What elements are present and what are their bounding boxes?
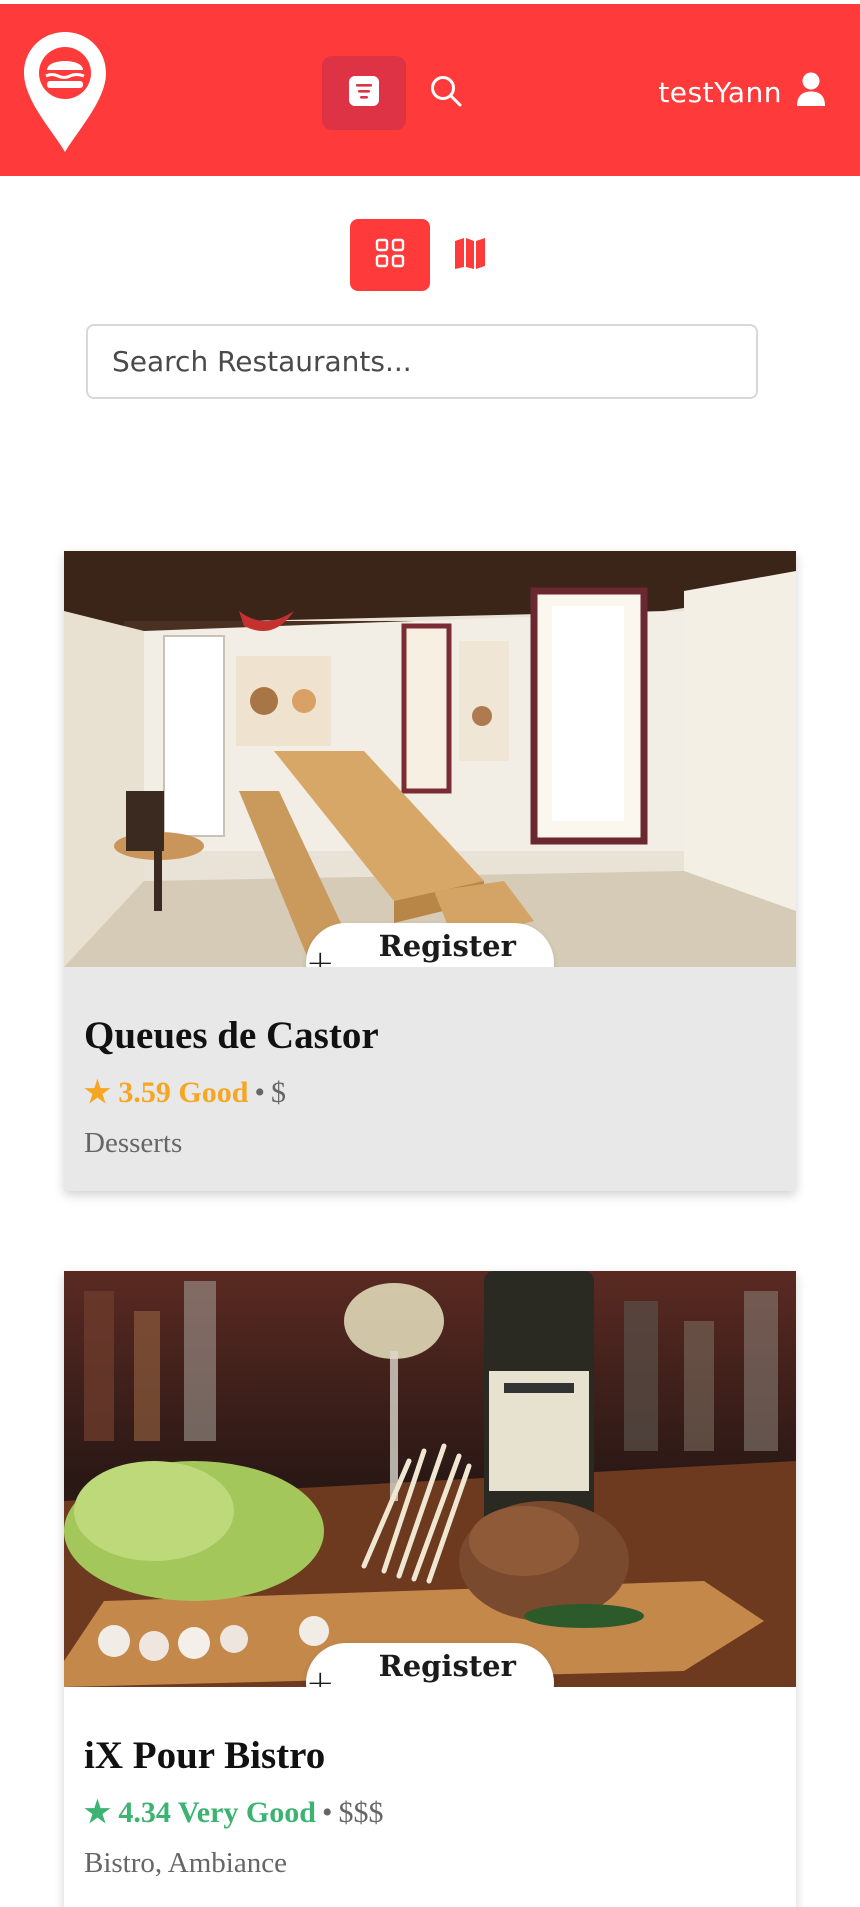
star-icon: ★ xyxy=(84,1076,111,1109)
view-toggle xyxy=(350,219,510,291)
rating: ★ 4.34 Very Good xyxy=(84,1795,316,1830)
user-icon xyxy=(796,72,826,113)
map-icon xyxy=(453,236,487,274)
grid-icon xyxy=(375,238,405,272)
search-input[interactable] xyxy=(86,324,758,399)
restaurant-name[interactable]: Queues de Castor xyxy=(84,1013,379,1058)
price-level: $ xyxy=(270,1076,286,1109)
grid-view-button[interactable] xyxy=(350,219,430,291)
meta-separator: • xyxy=(254,1076,265,1109)
map-view-button[interactable] xyxy=(430,219,510,291)
card-body: iX Pour Bistro ★ 4.34 Very Good • $$$ Bi… xyxy=(64,1687,796,1907)
rating: ★ 3.59 Good xyxy=(84,1075,248,1110)
tab-list[interactable] xyxy=(322,56,406,130)
restaurant-photo xyxy=(64,551,796,967)
price-level: $$$ xyxy=(338,1796,384,1829)
restaurant-tags: Bistro, Ambiance xyxy=(84,1847,287,1879)
meta-separator: • xyxy=(321,1796,333,1829)
restaurant-photo xyxy=(64,1271,796,1687)
search-icon xyxy=(429,74,463,112)
list-filter-icon xyxy=(347,74,381,112)
username: testYann xyxy=(658,75,782,109)
restaurant-meta: ★ 4.34 Very Good • $$$ xyxy=(84,1795,383,1830)
user-menu[interactable]: testYann xyxy=(658,68,826,116)
burger-location-pin-icon[interactable] xyxy=(22,30,108,154)
restaurant-tags: Desserts xyxy=(84,1127,183,1159)
top-navbar: testYann xyxy=(0,4,860,176)
restaurant-card[interactable]: + Register Visit iX Pour Bistro ★ 4.34 V… xyxy=(64,1271,796,1907)
star-icon: ★ xyxy=(84,1796,111,1829)
restaurant-name[interactable]: iX Pour Bistro xyxy=(84,1733,325,1778)
restaurant-meta: ★ 3.59 Good • $ xyxy=(84,1075,286,1110)
rating-value: 4.34 Very Good xyxy=(118,1796,316,1829)
restaurant-card[interactable]: + Register Visit Queues de Castor ★ 3.59… xyxy=(64,551,796,1191)
rating-value: 3.59 Good xyxy=(118,1076,249,1109)
card-body: Queues de Castor ★ 3.59 Good • $ Dessert… xyxy=(64,967,796,1191)
tab-search[interactable] xyxy=(404,56,488,130)
